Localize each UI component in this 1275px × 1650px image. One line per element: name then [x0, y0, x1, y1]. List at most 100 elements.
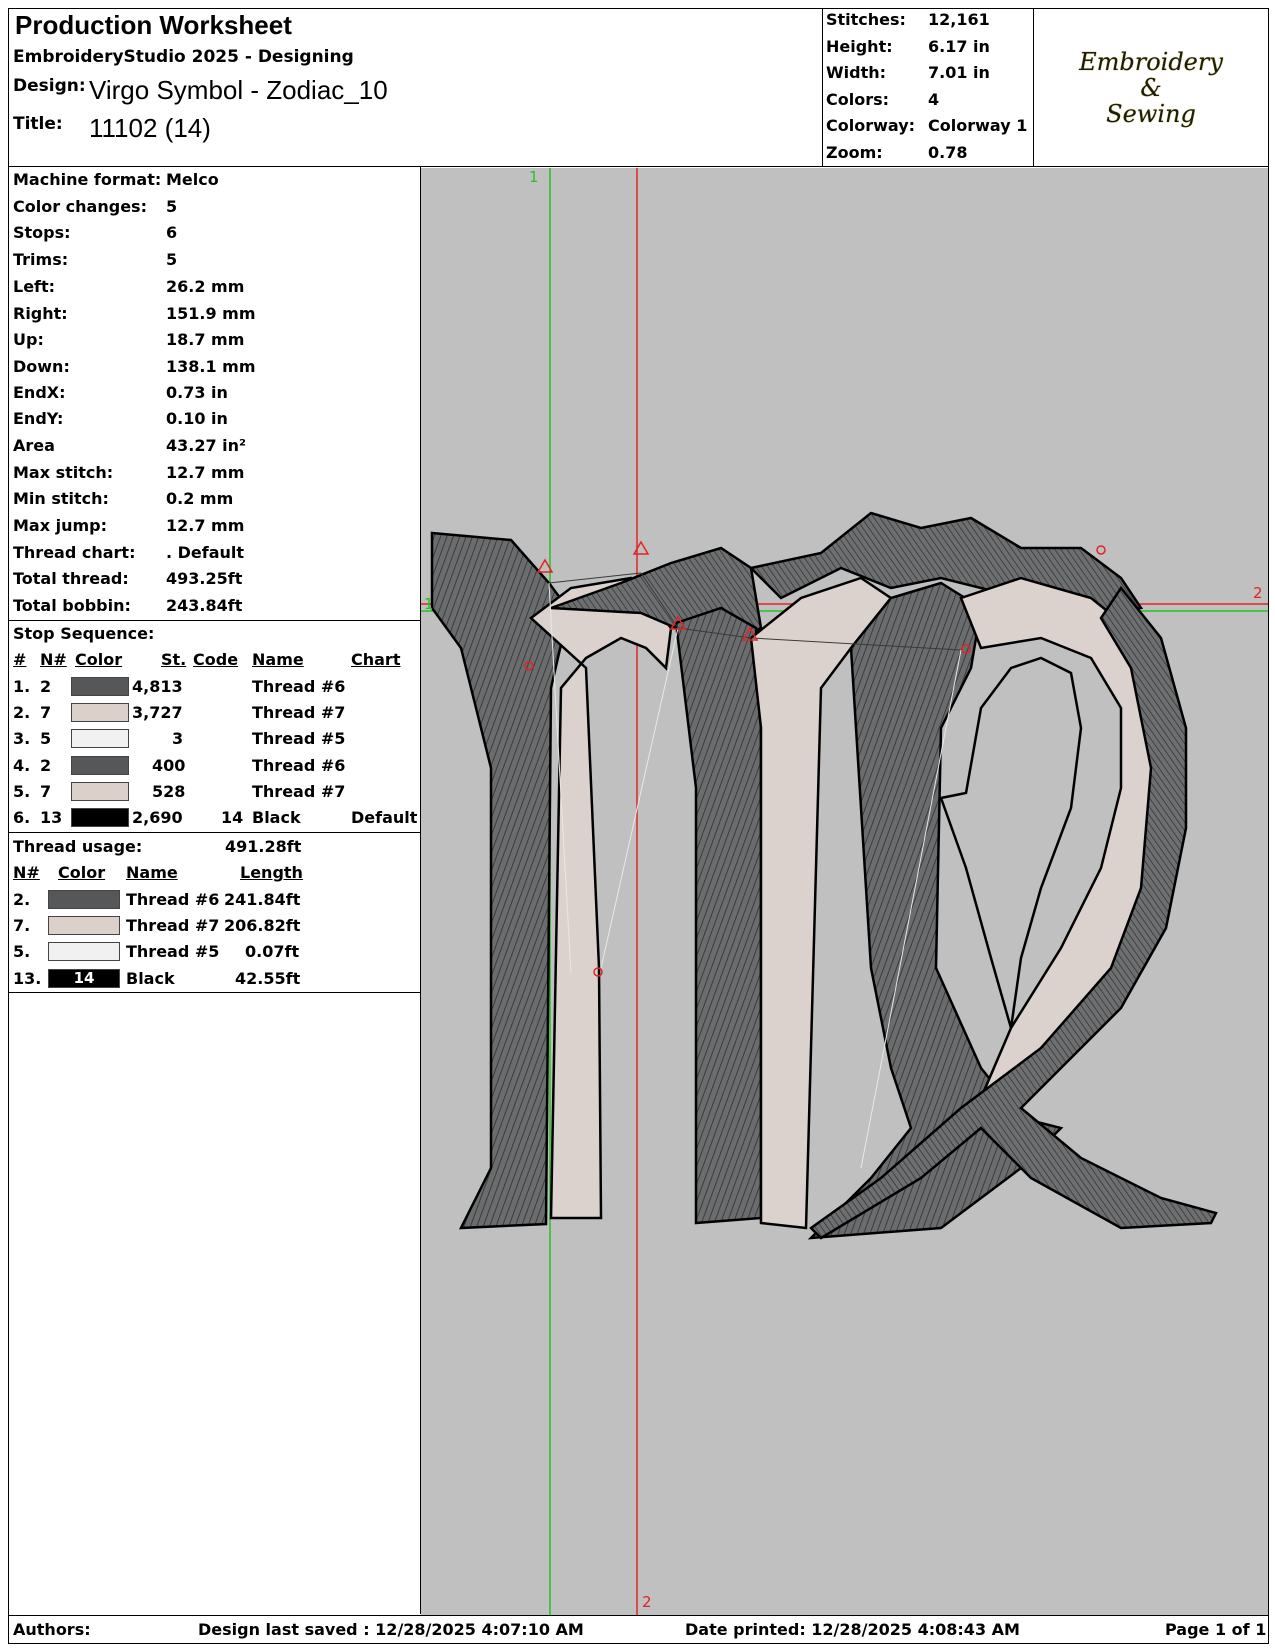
- info-label: Up:: [13, 330, 44, 349]
- thread-usage-heading: Thread usage:: [13, 837, 143, 856]
- virgo-design-preview: [421, 168, 1268, 1615]
- info-label: Right:: [13, 304, 68, 323]
- title-value: 11102 (14): [89, 113, 211, 143]
- col-color: Color: [58, 863, 106, 882]
- info-value: 243.84ft: [166, 596, 243, 615]
- info-value: 0.73 in: [166, 383, 228, 402]
- software-name: EmbroideryStudio 2025 - Designing: [13, 47, 354, 67]
- col-stitches: St.: [161, 650, 187, 669]
- info-label: Max stitch:: [13, 463, 114, 482]
- info-value: Melco: [166, 170, 219, 189]
- info-value: 138.1 mm: [166, 357, 256, 376]
- color-swatch: [48, 942, 120, 961]
- stop-number: 2.: [13, 703, 31, 722]
- usage-needle: 7.: [13, 916, 31, 935]
- stop-stitches: 3: [172, 729, 184, 748]
- stop-stitches: 528: [152, 782, 186, 801]
- info-label: Total bobbin:: [13, 596, 131, 615]
- info-value: 493.25ft: [166, 569, 243, 588]
- usage-length: 0.07ft: [245, 942, 300, 961]
- info-value: 151.9 mm: [166, 304, 256, 323]
- info-value: 6: [166, 223, 178, 242]
- guide-label-green-left: 1: [424, 595, 434, 613]
- info-label: Machine format:: [13, 170, 162, 189]
- usage-needle: 13.: [13, 969, 42, 988]
- info-value: 0.2 mm: [166, 489, 234, 508]
- stop-needle: 7: [40, 703, 52, 722]
- stop-needle: 2: [40, 677, 52, 696]
- title-label: Title:: [13, 114, 63, 134]
- stop-number: 5.: [13, 782, 31, 801]
- info-label: Color changes:: [13, 197, 147, 216]
- stop-thread-name: Black: [252, 808, 301, 827]
- design-name: Virgo Symbol - Zodiac_10: [89, 75, 388, 105]
- info-value: 12.7 mm: [166, 516, 245, 535]
- info-label: Down:: [13, 357, 70, 376]
- usage-length: 206.82ft: [224, 916, 301, 935]
- color-swatch: [48, 916, 120, 935]
- stop-code: 14: [221, 808, 244, 827]
- design-label: Design:: [13, 76, 86, 96]
- usage-thread-name: Black: [126, 969, 175, 988]
- stop-needle: 2: [40, 756, 52, 775]
- stop-number: 4.: [13, 756, 31, 775]
- stop-needle: 5: [40, 729, 52, 748]
- usage-thread-name: Thread #7: [126, 916, 220, 935]
- worksheet-title: Production Worksheet: [15, 10, 292, 40]
- col-name: Name: [126, 863, 178, 882]
- stop-stitches: 2,690: [132, 808, 183, 827]
- guide-label-green-top: 1: [529, 168, 539, 186]
- info-value: . Default: [166, 543, 245, 562]
- stop-stitches: 3,727: [132, 703, 183, 722]
- footer-date-printed: Date printed: 12/28/2025 4:08:43 AM: [685, 1620, 1020, 1639]
- stop-chart: Default: [351, 808, 418, 827]
- info-label: Max jump:: [13, 516, 108, 535]
- height-label: Height:: [826, 37, 893, 56]
- stop-thread-name: Thread #6: [252, 677, 346, 696]
- info-label: Trims:: [13, 250, 69, 269]
- usage-needle: 2.: [13, 890, 31, 909]
- thread-usage-total: 491.28ft: [225, 837, 302, 856]
- stitches-value: 12,161: [928, 10, 990, 29]
- col-name: Name: [252, 650, 304, 669]
- col-needle: N#: [40, 650, 67, 669]
- stop-thread-name: Thread #5: [252, 729, 346, 748]
- info-value: 5: [166, 250, 178, 269]
- stop-thread-name: Thread #7: [252, 782, 346, 801]
- col-number: #: [13, 650, 27, 669]
- usage-length: 42.55ft: [235, 969, 301, 988]
- info-label: Thread chart:: [13, 543, 136, 562]
- colorway-label: Colorway:: [826, 116, 916, 135]
- width-value: 7.01 in: [928, 63, 990, 82]
- info-label: EndY:: [13, 409, 64, 428]
- guide-label-red-right: 2: [1253, 584, 1263, 602]
- zoom-label: Zoom:: [826, 143, 883, 162]
- height-value: 6.17 in: [928, 37, 990, 56]
- stop-needle: 13: [40, 808, 63, 827]
- info-value: 26.2 mm: [166, 277, 245, 296]
- logo-line-2: &: [1140, 74, 1162, 102]
- col-color: Color: [75, 650, 123, 669]
- color-swatch: [71, 756, 129, 775]
- info-label: Min stitch:: [13, 489, 109, 508]
- usage-needle: 5.: [13, 942, 31, 961]
- stop-stitches: 400: [152, 756, 186, 775]
- guide-label-red-bottom: 2: [642, 1593, 652, 1611]
- info-value: 5: [166, 197, 178, 216]
- info-value: 12.7 mm: [166, 463, 245, 482]
- logo-line-3: Sewing: [1106, 100, 1196, 128]
- info-value: 18.7 mm: [166, 330, 245, 349]
- design-canvas[interactable]: 1 2 1 2: [421, 168, 1268, 1615]
- color-swatch: [71, 782, 129, 801]
- color-swatch: [71, 703, 129, 722]
- info-label: Left:: [13, 277, 56, 296]
- colors-value: 4: [928, 90, 940, 109]
- footer-authors: Authors:: [13, 1620, 91, 1639]
- width-label: Width:: [826, 63, 887, 82]
- company-logo: Embroidery & Sewing: [1034, 10, 1268, 166]
- info-label: Stops:: [13, 223, 71, 242]
- info-label: EndX:: [13, 383, 66, 402]
- color-swatch: [71, 808, 129, 827]
- usage-thread-name: Thread #5: [126, 942, 220, 961]
- zoom-value: 0.78: [928, 143, 968, 162]
